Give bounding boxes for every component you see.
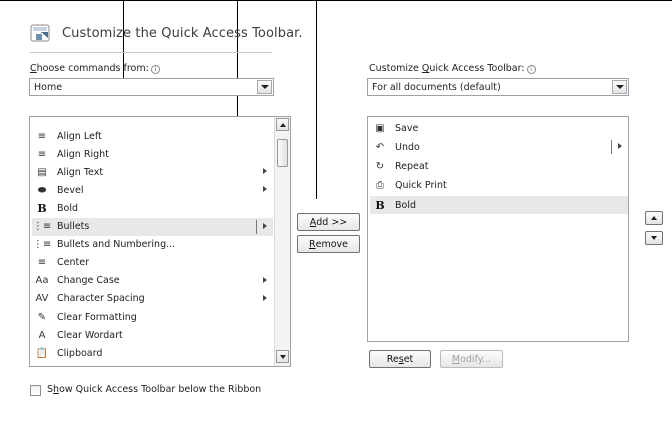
list-item[interactable]: ≡ Center <box>32 254 273 272</box>
choose-commands-value: Home <box>34 81 63 93</box>
list-item[interactable]: ✎ Clear Formatting <box>32 308 273 326</box>
arrow-up-icon <box>651 216 657 220</box>
list-item-label: Save <box>395 122 419 134</box>
list-item[interactable]: ⋮≡ Bullets <box>32 217 273 236</box>
list-item-label: Character Spacing <box>57 293 145 305</box>
list-item-label: Align Text <box>57 166 104 178</box>
callout-line-3 <box>316 0 317 199</box>
arrow-down-icon <box>279 354 286 359</box>
repeat-icon: ↻ <box>375 161 385 173</box>
change-case-icon: Aa <box>35 275 49 287</box>
toolbar-commands-list[interactable]: ▣ Save ↶ Undo ↻ Repeat ⎙ Quick Print B Bold <box>367 116 629 342</box>
list-item-label: Bullets and Numbering... <box>57 239 176 251</box>
list-item[interactable]: ⎙ Quick Print <box>370 177 628 195</box>
list-item-label: Bullets <box>57 221 90 232</box>
list-item[interactable]: A Clear Wordart <box>32 326 273 344</box>
callout-top-line <box>0 0 672 1</box>
submenu-arrow-icon <box>618 143 622 150</box>
quick-access-toolbar-icon <box>30 24 50 42</box>
dropdown-arrow-button[interactable] <box>257 80 272 94</box>
list-item[interactable]: ≡ Align Right <box>32 145 273 163</box>
character-spacing-icon: AV <box>35 293 49 305</box>
bold-icon: B <box>375 198 385 212</box>
submenu-arrow-icon <box>263 276 267 283</box>
list-item-label: Center <box>57 257 89 269</box>
quick-print-icon: ⎙ <box>376 180 384 192</box>
list-item[interactable]: ▣ Save <box>370 119 628 137</box>
list-item[interactable]: ↻ Repeat <box>370 158 628 176</box>
reset-button[interactable]: Re s et <box>369 350 431 368</box>
move-down-button[interactable] <box>645 231 663 245</box>
submenu-arrow-icon <box>263 186 267 193</box>
list-item-label: Clear Wordart <box>57 329 123 341</box>
submenu-arrow-icon <box>263 294 267 301</box>
header-divider <box>30 52 272 53</box>
bevel-icon: ⬬ <box>37 184 47 196</box>
align-left-icon: ≡ <box>37 130 47 142</box>
list-item[interactable]: AV Character Spacing <box>32 290 273 308</box>
save-icon: ▣ <box>375 122 385 134</box>
move-up-button[interactable] <box>645 211 663 225</box>
list-item-label: Change Case <box>57 275 120 287</box>
list-item[interactable]: 📋 Clipboard <box>32 344 273 362</box>
customize-toolbar-dropdown[interactable]: For all documents (default) <box>367 78 629 96</box>
list-item[interactable]: ▤ Align Text <box>32 163 273 181</box>
dialog-header: Customize the Quick Access Toolbar. <box>30 20 303 46</box>
list-item[interactable]: ≡ Align Left <box>32 127 273 145</box>
list-item[interactable]: B Bold <box>32 199 273 217</box>
align-right-icon: ≡ <box>37 148 47 160</box>
choose-commands-label: Choose commands from: i <box>30 63 160 74</box>
split-divider <box>611 140 612 155</box>
list-item-label: Undo <box>395 141 420 153</box>
list-item-label: Clipboard <box>57 347 103 359</box>
bold-icon: B <box>37 201 47 215</box>
submenu-arrow-icon <box>263 168 267 175</box>
dropdown-arrow-button[interactable] <box>612 80 627 94</box>
clear-wordart-icon: A <box>38 329 46 341</box>
list-item[interactable]: ⬬ Bevel <box>32 181 273 199</box>
show-below-ribbon-label[interactable]: Show Quick Access Toolbar below the Ribb… <box>47 384 261 395</box>
split-divider <box>256 219 257 234</box>
chevron-down-icon <box>615 85 624 89</box>
dialog-title: Customize the Quick Access Toolbar. <box>62 25 303 41</box>
list-item[interactable]: ⋮≡ Bullets and Numbering... <box>32 236 273 254</box>
scroll-down-button[interactable] <box>276 350 289 363</box>
clipboard-icon: 📋 <box>35 347 49 359</box>
scroll-thumb[interactable] <box>277 139 288 167</box>
list-item[interactable]: ↶ Undo <box>370 138 628 156</box>
submenu-arrow-icon <box>263 222 267 229</box>
arrow-up-icon <box>279 122 286 127</box>
commands-scrollbar[interactable] <box>274 117 290 366</box>
chevron-down-icon <box>260 85 269 89</box>
show-below-ribbon-checkbox[interactable] <box>30 385 41 396</box>
center-icon: ≡ <box>37 257 47 269</box>
align-text-icon: ▤ <box>37 166 47 178</box>
arrow-down-icon <box>651 236 657 240</box>
scroll-up-button[interactable] <box>276 118 289 131</box>
clear-formatting-icon: ✎ <box>37 311 47 323</box>
help-icon[interactable]: i <box>526 65 536 74</box>
list-item-label: Align Right <box>57 148 109 160</box>
list-item-label: Clear Formatting <box>57 311 137 323</box>
choose-commands-dropdown[interactable]: Home <box>29 78 274 96</box>
add-button[interactable]: Add >> <box>297 213 360 231</box>
commands-list[interactable]: ≡ Align Left ≡ Align Right ▤ Align Text ⬬ Bevel… <box>29 116 291 367</box>
list-item[interactable]: B Bold <box>370 196 628 215</box>
list-item-label: Bevel <box>57 184 84 196</box>
list-item-label: Repeat <box>395 161 429 173</box>
help-icon[interactable]: i <box>150 65 160 74</box>
bullets-numbering-icon: ⋮≡ <box>32 239 52 251</box>
remove-button[interactable]: Remove <box>297 235 360 253</box>
customize-toolbar-label: Customize Quick Access Toolbar: i <box>369 63 536 74</box>
list-item-label: Bold <box>57 202 78 214</box>
modify-button[interactable]: Modify... <box>440 350 503 368</box>
list-item-label: Bold <box>395 199 416 211</box>
list-item[interactable]: Aa Change Case <box>32 272 273 290</box>
customize-toolbar-value: For all documents (default) <box>372 81 501 93</box>
list-item-label: Align Left <box>57 130 102 142</box>
list-item-label: Quick Print <box>395 180 447 192</box>
undo-icon: ↶ <box>375 141 385 153</box>
bullets-icon: ⋮≡ <box>32 221 52 232</box>
